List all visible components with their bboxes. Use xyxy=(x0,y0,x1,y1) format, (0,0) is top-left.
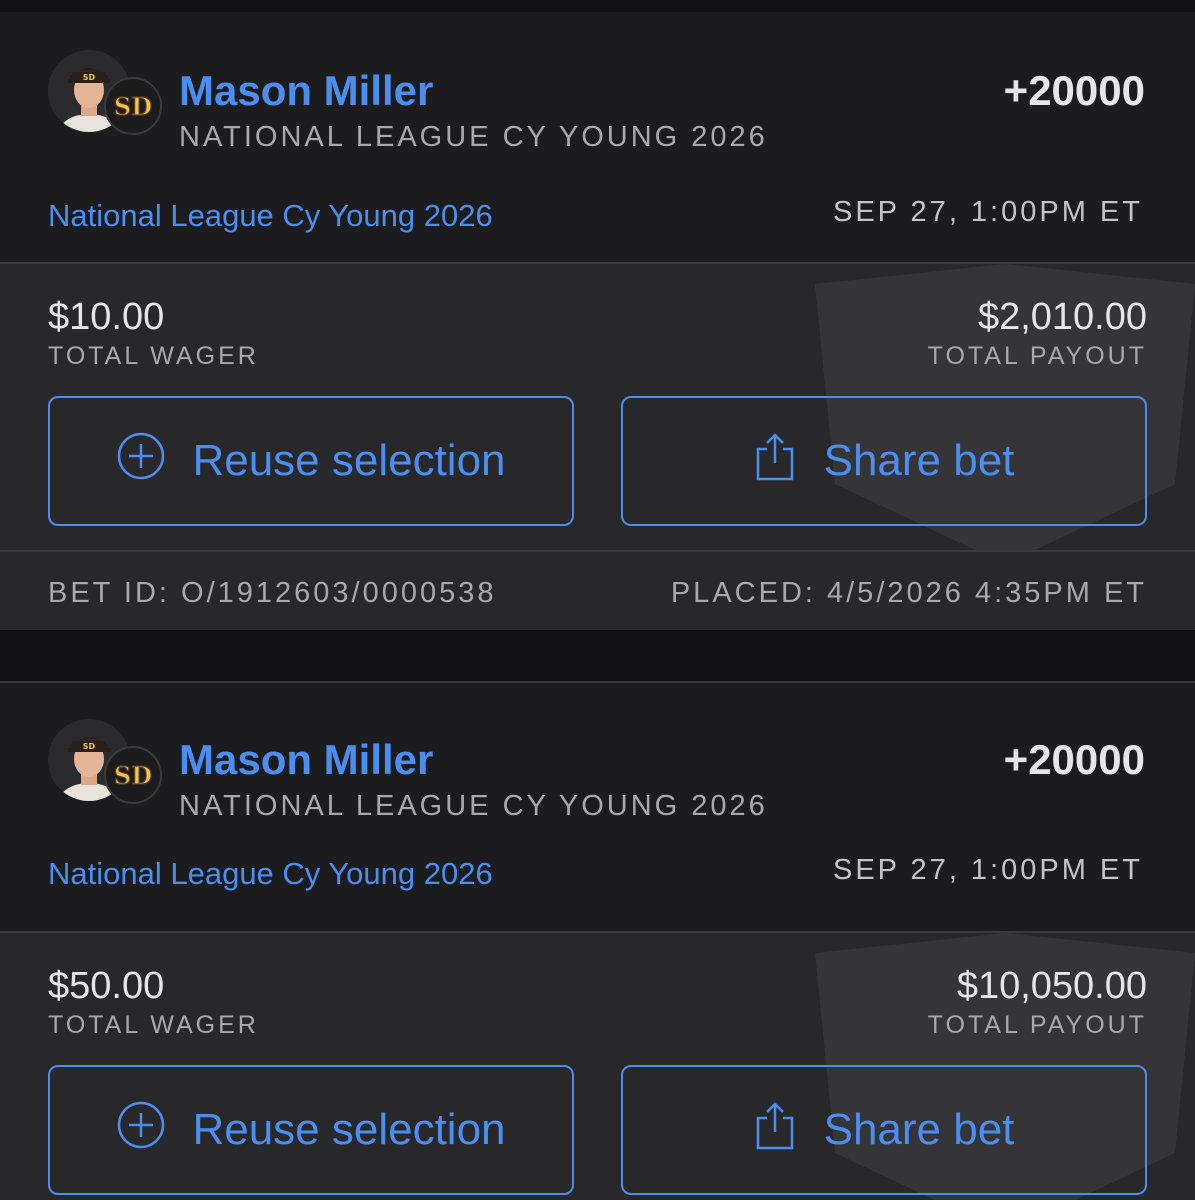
svg-text:SD: SD xyxy=(114,92,152,121)
total-payout-label: TOTAL PAYOUT xyxy=(927,342,1147,370)
market-name: NATIONAL LEAGUE CY YOUNG 2026 xyxy=(179,121,768,153)
plus-circle-icon xyxy=(116,1100,166,1150)
event-link[interactable]: National League Cy Young 2026 xyxy=(48,856,493,892)
market-name: NATIONAL LEAGUE CY YOUNG 2026 xyxy=(179,790,768,822)
bet-card-summary: $50.00 TOTAL WAGER $10,050.00 TOTAL PAYO… xyxy=(0,931,1195,1200)
event-time: SEP 27, 1:00PM ET xyxy=(833,196,1143,228)
bet-history-page: SD SD Mason Miller NATIONAL LEAGUE CY YO… xyxy=(0,0,1195,1200)
svg-text:SD: SD xyxy=(114,761,152,790)
share-icon xyxy=(754,1100,796,1152)
total-wager-label: TOTAL WAGER xyxy=(48,1011,259,1039)
reuse-selection-button[interactable]: Reuse selection xyxy=(48,1065,574,1195)
event-time: SEP 27, 1:00PM ET xyxy=(833,854,1143,886)
bet-card[interactable]: SD SD Mason Miller NATIONAL LEAGUE CY YO… xyxy=(0,681,1195,1200)
player-name[interactable]: Mason Miller xyxy=(179,736,433,784)
odds: +20000 xyxy=(1003,67,1145,114)
odds: +20000 xyxy=(1003,736,1145,783)
bet-card-summary: $10.00 TOTAL WAGER $2,010.00 TOTAL PAYOU… xyxy=(0,262,1195,550)
bet-card-footer: BET ID: O/1912603/0000538 PLACED: 4/5/20… xyxy=(0,550,1195,630)
share-bet-label: Share bet xyxy=(823,436,1015,485)
reuse-selection-button[interactable]: Reuse selection xyxy=(48,396,574,526)
reuse-selection-label: Reuse selection xyxy=(192,1105,506,1154)
share-bet-button[interactable]: Share bet xyxy=(621,396,1147,526)
player-name[interactable]: Mason Miller xyxy=(179,67,433,115)
total-wager-value: $10.00 xyxy=(48,296,165,338)
plus-circle-icon xyxy=(116,431,166,481)
share-icon xyxy=(754,431,796,483)
total-payout-value: $10,050.00 xyxy=(956,965,1147,1007)
bet-id: BET ID: O/1912603/0000538 xyxy=(48,577,497,609)
total-wager-label: TOTAL WAGER xyxy=(48,342,259,370)
svg-text:SD: SD xyxy=(83,73,96,82)
total-payout-value: $2,010.00 xyxy=(977,296,1147,338)
padres-logo-icon: SD xyxy=(104,746,162,804)
svg-text:SD: SD xyxy=(83,742,96,751)
share-bet-label: Share bet xyxy=(823,1105,1015,1154)
event-link[interactable]: National League Cy Young 2026 xyxy=(48,198,493,234)
bet-card-header: SD SD Mason Miller NATIONAL LEAGUE CY YO… xyxy=(0,681,1195,931)
total-wager-value: $50.00 xyxy=(48,965,165,1007)
total-payout-label: TOTAL PAYOUT xyxy=(927,1011,1147,1039)
share-bet-button[interactable]: Share bet xyxy=(621,1065,1147,1195)
bet-card[interactable]: SD SD Mason Miller NATIONAL LEAGUE CY YO… xyxy=(0,0,1195,630)
padres-logo-icon: SD xyxy=(104,77,162,135)
placed-time: PLACED: 4/5/2026 4:35PM ET xyxy=(670,577,1147,609)
reuse-selection-label: Reuse selection xyxy=(192,436,506,485)
bet-card-header: SD SD Mason Miller NATIONAL LEAGUE CY YO… xyxy=(0,0,1195,262)
